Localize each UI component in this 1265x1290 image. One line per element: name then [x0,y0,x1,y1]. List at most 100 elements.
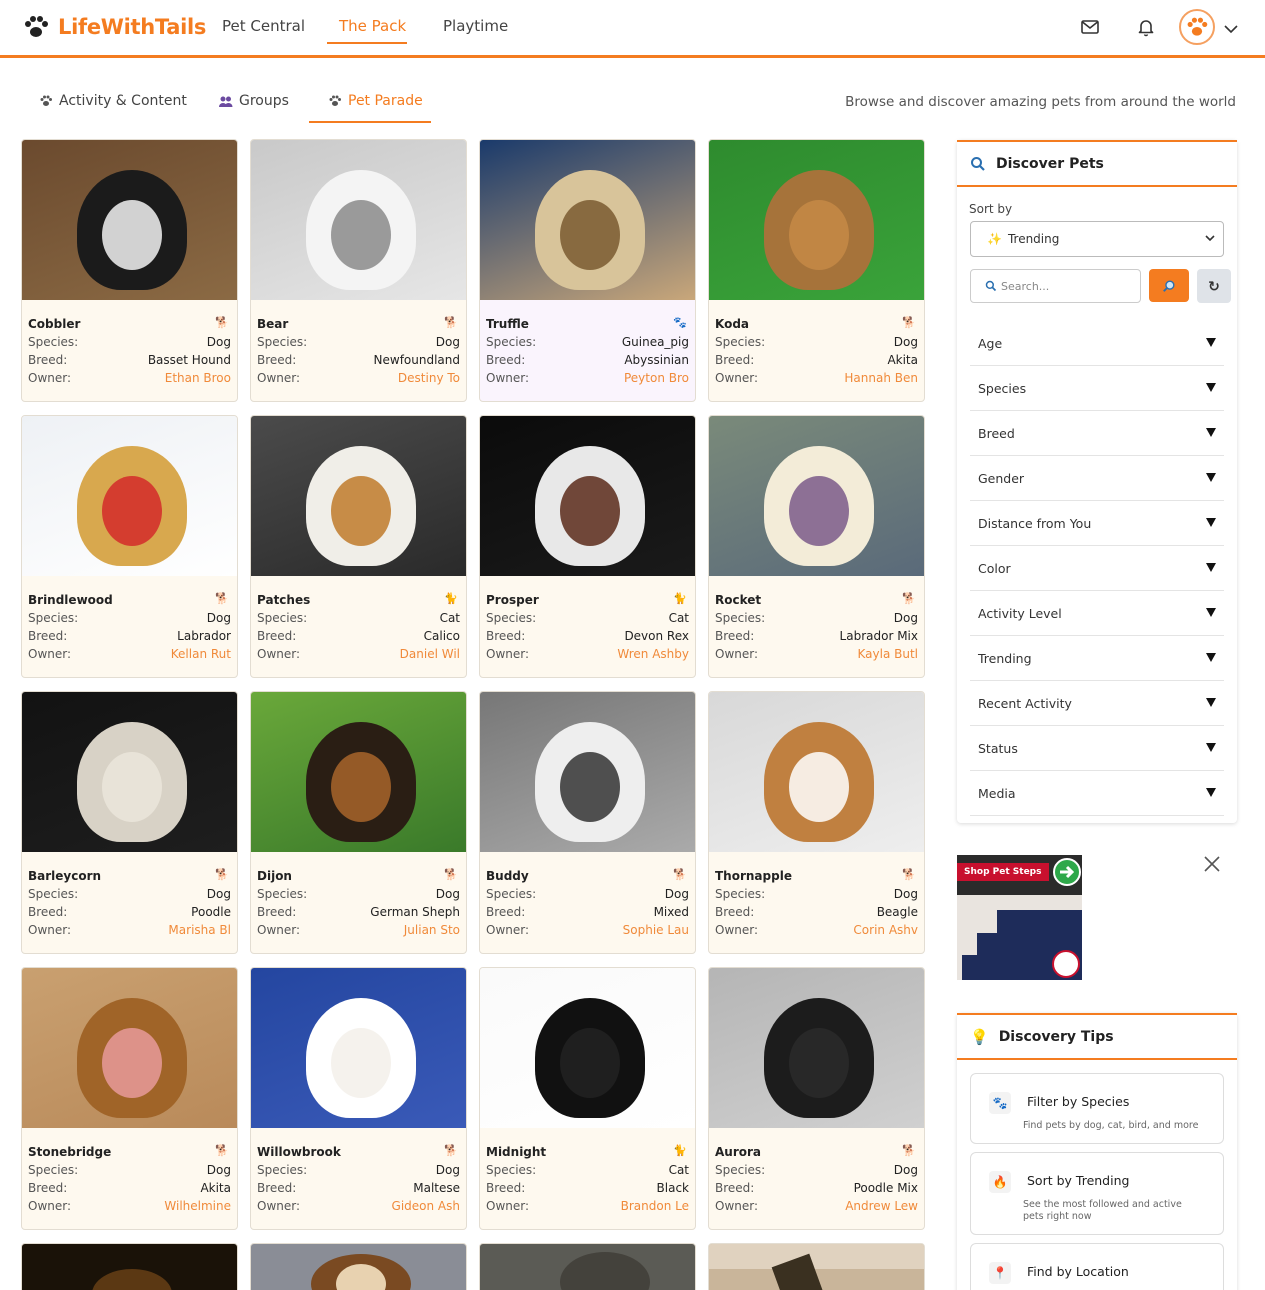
pet-card[interactable]: Brindlewood 🐕 Species: Dog Breed: Labrador Own… [21,415,238,678]
pet-info: Brindlewood 🐕 Species: Dog Breed: Labrador Own… [28,592,231,661]
pet-card[interactable]: Stonebridge 🐕 Species: Dog Breed: Akita Owner:… [21,967,238,1230]
pet-owner-link[interactable]: Andrew Lew [845,1200,918,1213]
pet-photo[interactable] [480,968,695,1128]
filter-breed[interactable]: Breed [970,411,1224,456]
breed-label: Breed: [257,629,297,643]
pet-card[interactable]: Koda 🐕 Species: Dog Breed: Akita Owner: Hannah … [708,139,925,402]
filter-gender[interactable]: Gender [970,456,1224,501]
species-icon: 🐾 [989,1092,1011,1114]
sort-by-select[interactable]: ✨ Trending [970,221,1224,257]
nav-tab-playtime[interactable]: Playtime [443,17,508,35]
pet-photo[interactable] [251,140,466,300]
filter-color[interactable]: Color [970,546,1224,591]
pet-owner-link[interactable]: Kayla Butl [858,648,919,661]
pet-owner-link[interactable]: Ethan Broo [165,372,231,385]
species-label: Species: [486,611,537,625]
subtab-activity-content[interactable]: Activity & Content [39,93,187,109]
pet-card[interactable]: Rocket 🐕 Species: Dog Breed: Labrador Mix Owne… [708,415,925,678]
pet-card[interactable]: Buddy 🐕 Species: Dog Breed: Mixed Owner: Sophie… [479,691,696,954]
subtab-groups[interactable]: Groups [218,93,289,109]
subtab-label: Activity & Content [59,93,187,109]
pet-owner-link[interactable]: Julian Sto [404,924,460,937]
pet-name: Barleycorn [28,869,102,883]
logo[interactable]: LifeWithTails [22,13,206,41]
pet-breed: Labrador Mix [839,629,918,643]
pet-owner-link[interactable]: Wren Ashby [617,648,689,661]
pet-owner-link[interactable]: Peyton Bro [624,372,689,385]
close-icon[interactable] [1203,855,1221,873]
pet-card[interactable]: Willowbrook 🐕 Species: Dog Breed: Maltese Owne… [250,967,467,1230]
pet-card[interactable]: Midnight 🐈 Species: Cat Breed: Black Owner: Bra… [479,967,696,1230]
breed-label: Breed: [486,905,526,919]
search-button[interactable] [1149,269,1189,302]
filter-status[interactable]: Status [970,726,1224,771]
nav-tab-the-pack[interactable]: The Pack [339,17,406,35]
filter-activity-level[interactable]: Activity Level [970,591,1224,636]
pet-photo[interactable] [480,692,695,852]
pet-breed: German Sheph [370,905,460,919]
triangle-down-icon [1206,563,1216,572]
filter-recent-activity[interactable]: Recent Activity [970,681,1224,726]
reset-button[interactable]: ↻ [1197,269,1231,303]
pet-card[interactable]: Cobbler 🐕 Species: Dog Breed: Basset Hound Own… [21,139,238,402]
owner-label: Owner: [257,371,301,385]
pet-photo[interactable] [251,416,466,576]
ad-banner[interactable]: Shop Pet Steps [957,855,1082,980]
pet-photo[interactable] [251,968,466,1128]
pet-owner-link[interactable]: Daniel Wil [400,648,460,661]
species-label: Species: [715,335,766,349]
pet-card[interactable]: Prosper 🐈 Species: Cat Breed: Devon Rex Owner:… [479,415,696,678]
pet-photo[interactable] [22,968,237,1128]
filter-distance-from-you[interactable]: Distance from You [970,501,1224,546]
pet-card-partial[interactable] [479,1243,696,1290]
pet-owner-link[interactable]: Brandon Le [621,1200,689,1213]
filter-trending[interactable]: Trending [970,636,1224,681]
paw-avatar-icon [1187,17,1208,36]
pet-owner-link[interactable]: Wilhelmine [164,1200,231,1213]
pet-card[interactable]: Aurora 🐕 Species: Dog Breed: Poodle Mix Owner:… [708,967,925,1230]
pet-card[interactable]: Bear 🐕 Species: Dog Breed: Newfoundland Owner:… [250,139,467,402]
filter-age[interactable]: Age [970,321,1224,366]
pet-photo[interactable] [709,692,924,852]
nav-tab-pet-central[interactable]: Pet Central [222,17,305,35]
pet-card[interactable]: Thornapple 🐕 Species: Dog Breed: Beagle Owner:… [708,691,925,954]
pet-owner-link[interactable]: Corin Ashv [853,924,918,937]
pet-name: Truffle [486,317,529,331]
breed-label: Breed: [715,905,755,919]
subtab-pet-parade[interactable]: Pet Parade [328,93,423,109]
filter-media[interactable]: Media [970,771,1224,816]
pet-photo[interactable] [22,692,237,852]
pet-card-partial[interactable] [21,1243,238,1290]
pet-card[interactable]: Dijon 🐕 Species: Dog Breed: German Sheph Owner… [250,691,467,954]
pet-photo[interactable] [22,416,237,576]
pet-card[interactable]: Patches 🐈 Species: Cat Breed: Calico Owner: Dan… [250,415,467,678]
pet-card[interactable]: Truffle 🐾 Species: Guinea_pig Breed: Abyssini… [479,139,696,402]
pet-photo[interactable] [709,968,924,1128]
pet-owner-link[interactable]: Destiny To [398,372,460,385]
pet-photo[interactable] [709,140,924,300]
pet-info: Bear 🐕 Species: Dog Breed: Newfoundland Owner:… [257,316,460,385]
subtab-label: Pet Parade [348,93,423,109]
chevron-down-icon[interactable] [1220,18,1242,40]
pet-card-partial[interactable] [250,1243,467,1290]
pet-photo[interactable] [480,140,695,300]
pet-owner-link[interactable]: Hannah Ben [844,372,918,385]
pet-photo[interactable] [709,416,924,576]
pet-photo[interactable] [251,692,466,852]
triangle-down-icon [1206,338,1216,347]
search-input[interactable]: Search... [970,269,1141,303]
pet-info: Aurora 🐕 Species: Dog Breed: Poodle Mix Owner:… [715,1144,918,1213]
pet-photo[interactable] [22,140,237,300]
bell-icon[interactable] [1135,16,1157,38]
pet-owner-link[interactable]: Kellan Rut [171,648,231,661]
mail-icon[interactable] [1079,16,1101,38]
pet-owner-link[interactable]: Marisha Bl [168,924,231,937]
user-avatar[interactable] [1179,9,1215,45]
pet-owner-link[interactable]: Sophie Lau [623,924,689,937]
pet-photo[interactable] [480,416,695,576]
pet-breed: Poodle [191,905,231,919]
pet-card[interactable]: Barleycorn 🐕 Species: Dog Breed: Poodle Owner:… [21,691,238,954]
pet-card-partial[interactable] [708,1243,925,1290]
pet-owner-link[interactable]: Gideon Ash [392,1200,460,1213]
filter-species[interactable]: Species [970,366,1224,411]
